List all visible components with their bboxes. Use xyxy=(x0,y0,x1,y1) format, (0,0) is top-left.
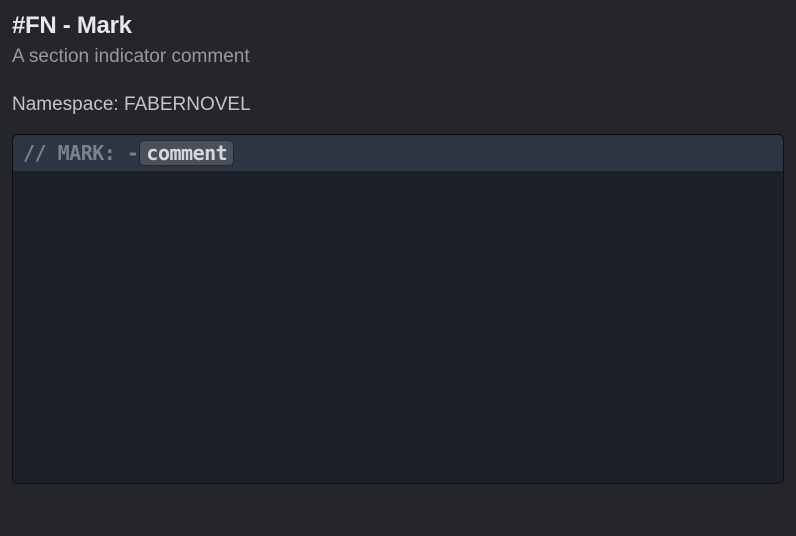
code-prefix: // MARK: - xyxy=(23,141,138,165)
snippet-header: #FN - Mark A section indicator comment N… xyxy=(12,12,784,116)
code-line: // MARK: - comment xyxy=(13,135,783,171)
snippet-title: #FN - Mark xyxy=(12,12,784,40)
namespace-label: Namespace: xyxy=(12,94,124,115)
code-placeholder-token[interactable]: comment xyxy=(140,141,233,165)
snippet-subtitle: A section indicator comment xyxy=(12,46,784,68)
snippet-namespace: Namespace: FABERNOVEL xyxy=(12,94,784,116)
code-preview-box[interactable]: // MARK: - comment xyxy=(12,134,784,484)
namespace-value: FABERNOVEL xyxy=(124,94,251,115)
